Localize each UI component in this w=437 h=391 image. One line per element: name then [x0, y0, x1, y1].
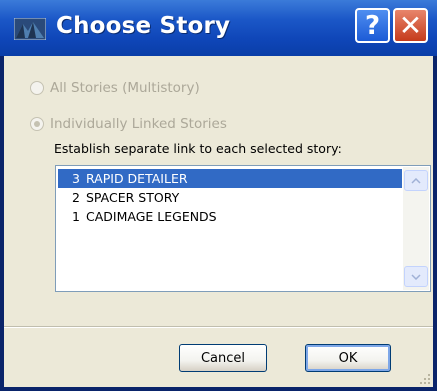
radio-dot [34, 121, 40, 127]
resize-grip-icon[interactable] [419, 373, 431, 385]
close-button[interactable]: ✕ [393, 8, 428, 43]
divider [4, 326, 433, 328]
title-bar[interactable]: Choose Story ? ✕ [0, 0, 437, 56]
story-number: 2 [72, 190, 80, 205]
app-icon [14, 18, 46, 40]
radio-circle-selected[interactable] [30, 117, 44, 131]
list-item[interactable]: 1 CADIMAGE LEGENDS [58, 207, 402, 226]
radio-circle[interactable] [30, 81, 44, 95]
story-name: RAPID DETAILER [86, 171, 188, 186]
chevron-down-icon [411, 273, 421, 280]
radio-all-stories[interactable]: All Stories (Multistory) [30, 80, 200, 96]
scroll-up-button[interactable] [404, 170, 428, 191]
help-icon: ? [364, 10, 381, 41]
dialog-body: All Stories (Multistory) Individually Li… [4, 56, 433, 387]
radio-individually-linked-label: Individually Linked Stories [50, 116, 227, 132]
instruction-label: Establish separate link to each selected… [54, 141, 342, 156]
ok-button[interactable]: OK [305, 344, 391, 372]
dialog-title: Choose Story [56, 13, 231, 39]
list-item[interactable]: 2 SPACER STORY [58, 188, 402, 207]
story-list[interactable]: 3 RAPID DETAILER 2 SPACER STORY 1 CADIMAGE … [55, 165, 431, 292]
radio-individually-linked[interactable]: Individually Linked Stories [30, 116, 227, 132]
story-number: 1 [72, 209, 80, 224]
radio-all-stories-label: All Stories (Multistory) [50, 80, 200, 96]
story-number: 3 [72, 171, 80, 186]
choose-story-dialog: Choose Story ? ✕ All Stories (Multistory… [0, 0, 437, 391]
scroll-down-button[interactable] [404, 266, 428, 287]
cancel-button[interactable]: Cancel [179, 344, 267, 372]
list-item[interactable]: 3 RAPID DETAILER [58, 169, 402, 188]
help-button[interactable]: ? [355, 8, 390, 43]
story-name: SPACER STORY [86, 190, 180, 205]
chevron-up-icon [411, 177, 421, 184]
close-icon: ✕ [398, 9, 423, 42]
vertical-scrollbar[interactable] [403, 167, 429, 290]
story-name: CADIMAGE LEGENDS [86, 209, 217, 224]
